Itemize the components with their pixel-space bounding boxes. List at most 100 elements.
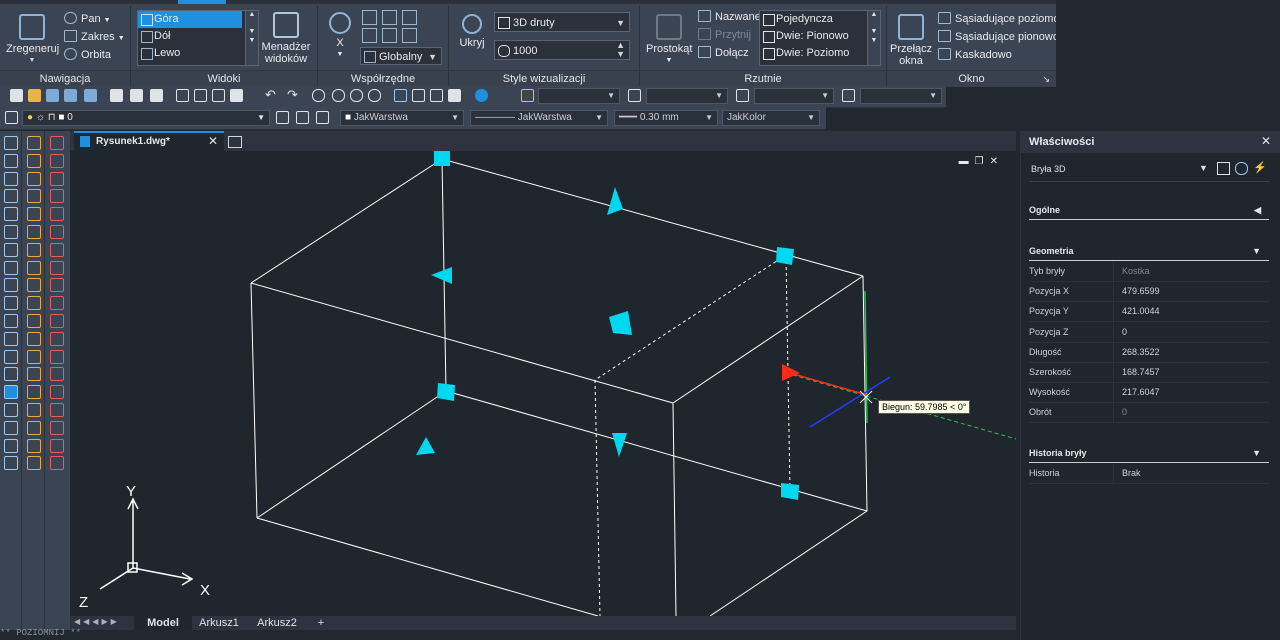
grip-square[interactable] <box>781 483 799 500</box>
ucs-zaxis-icon[interactable] <box>402 28 417 43</box>
ellipse-arc-tool-icon[interactable] <box>50 314 64 328</box>
text-style-combo[interactable]: ▼ <box>538 88 620 104</box>
publish-icon[interactable] <box>150 89 163 102</box>
layer-states-icon[interactable] <box>316 111 329 124</box>
line-tool-icon[interactable] <box>27 136 41 150</box>
dim-style-icon[interactable] <box>628 89 641 102</box>
property-row[interactable]: Szerokość 168.7457 <box>1029 362 1269 383</box>
ellipse-tool-icon[interactable] <box>50 296 64 311</box>
construction-line-tool-icon[interactable] <box>4 153 18 168</box>
scroll-up-icon[interactable]: ▲ <box>246 11 258 18</box>
arc-tool-icon[interactable] <box>4 225 18 239</box>
ellipse-arc-tool-icon[interactable] <box>27 314 41 328</box>
tile-vertical-button[interactable]: Sąsiadujące pionowo <box>938 29 1059 46</box>
spline-tool-icon[interactable] <box>50 278 64 293</box>
expand-icon[interactable]: ▼ <box>868 37 880 44</box>
scroll-up-icon[interactable]: ▲ <box>868 11 880 18</box>
table-tool-icon[interactable] <box>50 438 64 453</box>
insert-block-tool-icon[interactable] <box>50 331 64 346</box>
clip-button[interactable]: Przytnij <box>698 27 751 44</box>
views-list-scrollbar[interactable]: ▲ ▼ ▼ <box>245 11 258 65</box>
expand-icon[interactable]: ▼ <box>246 37 258 44</box>
make-block-tool-icon[interactable] <box>4 349 18 364</box>
restore-icon[interactable]: ❐ <box>975 156 990 167</box>
region-tool-icon[interactable] <box>50 420 64 435</box>
rectangle-tool-icon[interactable] <box>4 207 18 222</box>
save-all-icon[interactable] <box>84 89 97 102</box>
scroll-down-icon[interactable]: ▼ <box>246 28 258 35</box>
open-folder-icon[interactable] <box>28 89 41 102</box>
grip-square[interactable] <box>437 383 455 401</box>
multiline-text-tool-icon[interactable] <box>27 456 41 471</box>
multiline-text-tool-icon[interactable] <box>4 456 18 471</box>
grip-triangle[interactable] <box>607 187 623 215</box>
viewport-list-scrollbar[interactable]: ▲ ▼ ▼ <box>867 11 880 65</box>
property-row[interactable]: Wysokość 217.6047 <box>1029 382 1269 404</box>
make-current-icon[interactable] <box>276 111 289 124</box>
property-row[interactable]: Tyb bryły Kostka <box>1029 261 1269 282</box>
hatch-tool-icon[interactable] <box>4 385 18 400</box>
table-tool-icon[interactable] <box>27 438 41 453</box>
layout-nav-arrows[interactable]: ◀◀◀▶▶ <box>74 617 120 626</box>
history-row[interactable]: Historia Brak <box>1029 463 1269 484</box>
multiline-text-tool-icon[interactable] <box>50 456 64 471</box>
pan-icon[interactable] <box>312 89 325 102</box>
section-general[interactable]: Ogólne ◀ <box>1029 201 1269 220</box>
line-tool-icon[interactable] <box>4 136 18 150</box>
section-history[interactable]: Historia bryły ▼ <box>1029 444 1269 463</box>
property-row[interactable]: Długość 268.3522 <box>1029 341 1269 363</box>
view-manager-button[interactable]: Menadżer widoków <box>260 12 312 65</box>
layer-previous-icon[interactable] <box>296 111 309 124</box>
tool-palettes-icon[interactable] <box>430 89 443 102</box>
views-list[interactable]: Góra Dół Lewo ▲ ▼ ▼ <box>137 10 259 66</box>
region-tool-icon[interactable] <box>27 420 41 435</box>
ellipse-tool-icon[interactable] <box>27 296 41 311</box>
minimize-icon[interactable]: ▬ <box>959 156 975 167</box>
polygon-tool-icon[interactable] <box>27 189 41 204</box>
rectangle-tool-icon[interactable] <box>50 207 64 222</box>
properties-icon[interactable] <box>394 89 407 102</box>
new-file-icon[interactable] <box>10 89 23 102</box>
make-block-tool-icon[interactable] <box>27 349 41 364</box>
gradient-tool-icon[interactable] <box>4 403 18 417</box>
selection-combo[interactable]: Bryła 3D ▼ ⚡ <box>1029 159 1269 182</box>
close-icon[interactable]: ✕ <box>990 156 1004 167</box>
pan-button[interactable]: Pan ▼ <box>64 11 111 28</box>
revision-cloud-tool-icon[interactable] <box>27 260 41 275</box>
help-icon[interactable] <box>475 89 488 102</box>
text-style-icon[interactable] <box>521 89 534 102</box>
named-viewports-button[interactable]: Nazwane <box>698 9 761 26</box>
table-tool-icon[interactable] <box>4 438 18 453</box>
arc-tool-icon[interactable] <box>50 225 64 239</box>
select-objects-icon[interactable] <box>1235 162 1248 175</box>
join-button[interactable]: Dołącz <box>698 45 749 62</box>
drawing-canvas[interactable]: Y X Z Biegun: 59.7985 < 0° ▬❐✕ <box>70 151 1016 616</box>
quick-select-icon[interactable]: ⚡ <box>1253 161 1267 174</box>
grip-triangle[interactable] <box>609 311 632 335</box>
ribbon-tab-active[interactable] <box>178 0 226 4</box>
chevron-down-icon[interactable]: ▼ <box>1199 163 1208 173</box>
hatch-tool-icon[interactable] <box>50 385 64 400</box>
print-preview-icon[interactable] <box>130 89 143 102</box>
polygon-tool-icon[interactable] <box>50 189 64 204</box>
viewport-config-single[interactable]: Pojedyncza <box>760 11 880 28</box>
spline-tool-icon[interactable] <box>4 278 18 293</box>
grip-triangle[interactable] <box>416 437 435 455</box>
point-tool-icon[interactable] <box>50 367 64 382</box>
ucs-origin-icon[interactable] <box>362 10 377 25</box>
insert-block-tool-icon[interactable] <box>27 331 41 346</box>
cascade-button[interactable]: Kaskadowo <box>938 47 1012 64</box>
view-item-left[interactable]: Lewo <box>138 45 258 62</box>
ucs-view-icon[interactable] <box>382 10 397 25</box>
ucs-x-button[interactable]: X ▼ <box>324 12 356 61</box>
revision-cloud-tool-icon[interactable] <box>4 260 18 275</box>
match-properties-icon[interactable] <box>230 89 243 102</box>
undo-icon[interactable]: ↶ <box>265 87 276 103</box>
scroll-down-icon[interactable]: ▼ <box>868 28 880 35</box>
switch-windows-button[interactable]: Przełącz okna <box>890 14 932 67</box>
spinner-arrows-icon[interactable]: ▲ ▼ <box>616 41 625 59</box>
point-tool-icon[interactable] <box>27 367 41 382</box>
property-row[interactable]: Obrót 0 <box>1029 402 1269 424</box>
grip-square[interactable] <box>434 151 450 166</box>
insert-block-tool-icon[interactable] <box>4 331 18 346</box>
